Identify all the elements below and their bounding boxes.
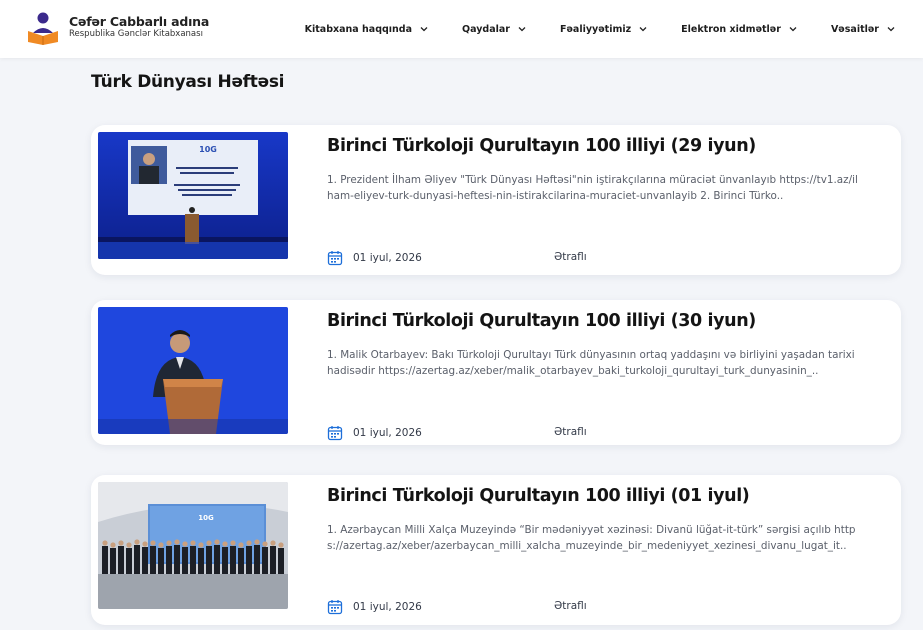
news-date: 01 iyul, 2026 xyxy=(327,250,422,266)
logo-title: Cəfər Cabbarlı adına xyxy=(69,14,210,30)
nav-label: Fəaliyyətimiz xyxy=(559,23,632,35)
site-logo[interactable]: Cəfər Cabbarlı adına Respublika Gənclər … xyxy=(25,9,209,45)
nav-label: Kitabxana haqqında xyxy=(304,23,413,35)
main-nav: Kitabxana haqqında Qaydalar Fəaliyyətimi… xyxy=(305,0,895,58)
nav-label: Qaydalar xyxy=(462,23,510,35)
chevron-down-icon xyxy=(789,27,797,32)
read-more-link[interactable]: Ətraflı xyxy=(554,251,587,263)
nav-item-rules[interactable]: Qaydalar xyxy=(462,24,526,35)
news-title[interactable]: Birinci Türkoloji Qurultayın 100 illiyi … xyxy=(327,311,756,331)
svg-text:10G: 10G xyxy=(199,145,217,154)
chevron-down-icon xyxy=(518,27,526,32)
read-more-link[interactable]: Ətraflı xyxy=(554,600,587,612)
read-more-link[interactable]: Ətraflı xyxy=(554,426,587,438)
nav-item-about[interactable]: Kitabxana haqqında xyxy=(305,24,428,35)
news-thumbnail[interactable]: 10G xyxy=(98,132,288,259)
news-title[interactable]: Birinci Türkoloji Qurultayın 100 illiyi … xyxy=(327,486,750,506)
news-date: 01 iyul, 2026 xyxy=(327,425,422,441)
news-date-text: 01 iyul, 2026 xyxy=(353,252,422,264)
nav-item-activity[interactable]: Fəaliyyətimiz xyxy=(560,24,647,35)
news-thumbnail[interactable]: 10G xyxy=(98,482,288,609)
news-title[interactable]: Birinci Türkoloji Qurultayın 100 illiyi … xyxy=(327,136,756,156)
library-logo-icon xyxy=(25,9,61,45)
news-card[interactable]: 10G Birinci Türkoloji Qurultayın 100 ill… xyxy=(91,125,901,275)
news-date-text: 01 iyul, 2026 xyxy=(353,427,422,439)
news-card[interactable]: Birinci Türkoloji Qurultayın 100 illiyi … xyxy=(91,300,901,445)
calendar-icon xyxy=(327,600,343,615)
site-header: Cəfər Cabbarlı adına Respublika Gənclər … xyxy=(0,0,923,58)
news-date-text: 01 iyul, 2026 xyxy=(353,601,422,613)
news-excerpt: 1. Malik Otarbayev: Bakı Türkoloji Qurul… xyxy=(327,349,855,377)
calendar-icon xyxy=(327,426,343,441)
chevron-down-icon xyxy=(639,27,647,32)
news-excerpt: 1. Azərbaycan Milli Xalça Muzeyində “Bir… xyxy=(327,524,856,552)
nav-label: Vəsaitlər xyxy=(830,23,879,35)
chevron-down-icon xyxy=(420,27,428,32)
news-excerpt: 1. Prezident İlham Əliyev "Türk Dünyası … xyxy=(327,174,858,202)
nav-label: Elektron xidmətlər xyxy=(681,23,781,35)
news-thumbnail[interactable] xyxy=(98,307,288,434)
nav-item-resources[interactable]: Vəsaitlər xyxy=(831,24,895,35)
calendar-icon xyxy=(327,251,343,266)
chevron-down-icon xyxy=(887,27,895,32)
news-card[interactable]: 10G Birinci Türkoloji Qurultayın 100 ill… xyxy=(91,475,901,625)
svg-text:10G: 10G xyxy=(198,514,214,522)
news-date: 01 iyul, 2026 xyxy=(327,599,422,615)
nav-item-e-services[interactable]: Elektron xidmətlər xyxy=(681,24,797,35)
page-title: Türk Dünyası Həftəsi xyxy=(91,72,285,92)
logo-subtitle: Respublika Gənclər Kitabxanası xyxy=(69,29,203,40)
